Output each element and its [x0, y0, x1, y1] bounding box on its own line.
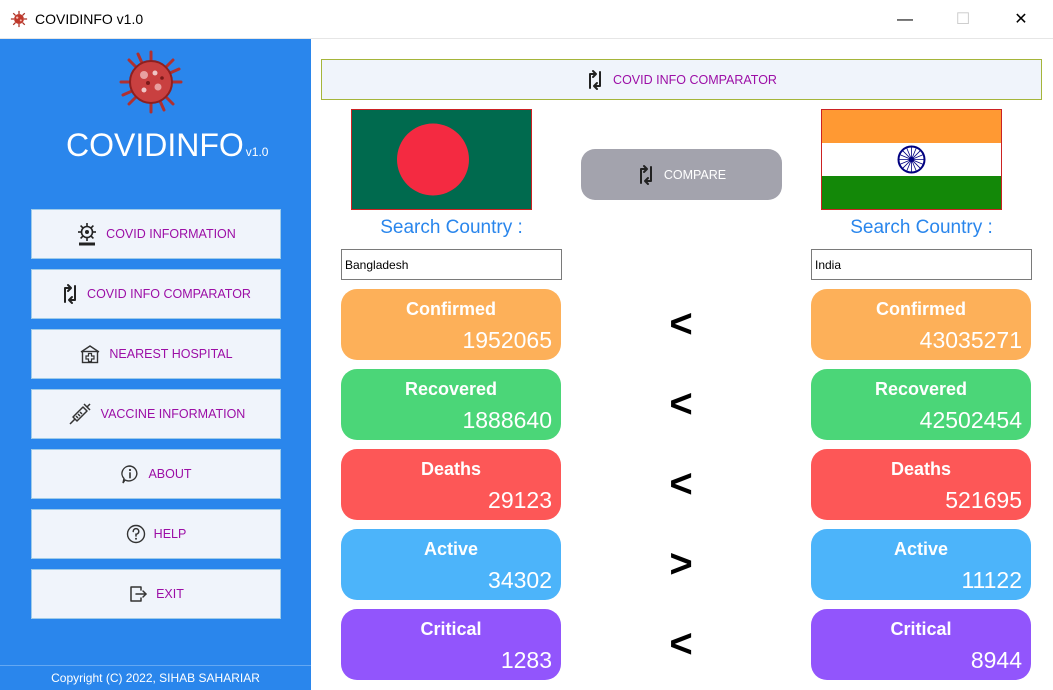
- deaths-comparison-sign: <: [669, 462, 693, 506]
- nav-label: NEAREST HOSPITAL: [109, 347, 233, 361]
- swap-arrows-icon: [639, 164, 652, 185]
- nav-label: HELP: [153, 527, 187, 541]
- covid19-gear-icon: [78, 223, 97, 246]
- left-deaths-card: Deaths 29123: [341, 449, 561, 520]
- nav-label: COVID INFORMATION: [106, 227, 236, 241]
- card-label: Recovered: [874, 379, 968, 399]
- card-value: 34302: [488, 567, 552, 593]
- right-confirmed-card: Confirmed 43035271: [811, 289, 1031, 360]
- exit-icon: [130, 586, 147, 602]
- nav-nearest-hospital-button[interactable]: NEAREST HOSPITAL: [31, 329, 281, 379]
- card-label: Deaths: [890, 459, 952, 479]
- page-title: COVID INFO COMPARATOR: [613, 72, 777, 87]
- right-recovered-card: Recovered 42502454: [811, 369, 1031, 440]
- virus-icon: [10, 10, 28, 28]
- page-title-banner: COVID INFO COMPARATOR: [321, 59, 1042, 100]
- card-label: Deaths: [420, 459, 482, 479]
- close-button[interactable]: ✕: [998, 0, 1044, 39]
- card-value: 521695: [945, 487, 1022, 513]
- nav-label: COVID INFO COMPARATOR: [87, 287, 251, 301]
- window-title: COVIDINFO v1.0: [35, 11, 144, 27]
- help-icon: [126, 524, 145, 544]
- left-recovered-card: Recovered 1888640: [341, 369, 561, 440]
- nav-exit-button[interactable]: EXIT: [31, 569, 281, 619]
- card-value: 1888640: [462, 407, 552, 433]
- left-country-search-input[interactable]: [341, 249, 562, 280]
- brand-version: v1.0: [245, 145, 269, 159]
- left-confirmed-card: Confirmed 1952065: [341, 289, 561, 360]
- card-value: 8944: [970, 647, 1022, 673]
- minimize-button[interactable]: —: [882, 0, 928, 39]
- critical-comparison-sign: <: [669, 622, 693, 666]
- maximize-button[interactable]: ☐: [940, 0, 986, 39]
- nav-label: EXIT: [156, 587, 184, 601]
- left-search-label: Search Country :: [380, 217, 523, 238]
- brand-name: COVIDINFO: [66, 127, 244, 163]
- copyright-text: Copyright (C) 2022, SIHAB SAHARIAR: [0, 665, 311, 690]
- left-active-card: Active 34302: [341, 529, 561, 600]
- bangladesh-flag: [351, 109, 532, 210]
- confirmed-comparison-sign: <: [669, 302, 693, 346]
- card-label: Confirmed: [406, 299, 496, 319]
- sidebar: COVIDINFO v1.0 COVID INFORMATION COVID IN…: [0, 39, 311, 690]
- nav-about-button[interactable]: ABOUT: [31, 449, 281, 499]
- card-label: Active: [423, 539, 479, 559]
- virus-logo-icon: [119, 50, 183, 114]
- card-value: 11122: [961, 567, 1022, 593]
- compare-button[interactable]: COMPARE: [581, 149, 782, 200]
- card-value: 1283: [500, 647, 552, 673]
- nav-label: VACCINE INFORMATION: [100, 407, 246, 421]
- recovered-comparison-sign: <: [669, 382, 693, 426]
- nav-label: ABOUT: [148, 467, 192, 481]
- card-value: 1952065: [462, 327, 552, 353]
- card-value: 42502454: [919, 407, 1022, 433]
- card-label: Critical: [890, 619, 952, 639]
- nav-covid-info-comparator-button[interactable]: COVID INFO COMPARATOR: [31, 269, 281, 319]
- card-label: Active: [893, 539, 949, 559]
- title-bar: COVIDINFO v1.0 — ☐ ✕: [0, 0, 1053, 39]
- syringe-icon: [69, 403, 91, 425]
- nav-vaccine-information-button[interactable]: VACCINE INFORMATION: [31, 389, 281, 439]
- right-active-card: Active 11122: [811, 529, 1031, 600]
- hospital-icon: [81, 345, 100, 364]
- card-value: 29123: [488, 487, 552, 513]
- card-value: 43035271: [919, 327, 1022, 353]
- right-search-label: Search Country :: [850, 217, 993, 238]
- brand-title: COVIDINFO v1.0: [66, 127, 268, 164]
- card-label: Critical: [420, 619, 482, 639]
- info-icon: [121, 465, 139, 484]
- active-comparison-sign: >: [669, 542, 693, 586]
- left-critical-card: Critical 1283: [341, 609, 561, 680]
- right-critical-card: Critical 8944: [811, 609, 1031, 680]
- india-flag-graphic: [822, 110, 1001, 209]
- swap-arrows-icon: [64, 284, 77, 304]
- right-country-search-input[interactable]: [811, 249, 1032, 280]
- bangladesh-flag-graphic: [352, 110, 531, 209]
- card-label: Recovered: [404, 379, 498, 399]
- nav-covid-information-button[interactable]: COVID INFORMATION: [31, 209, 281, 259]
- right-deaths-card: Deaths 521695: [811, 449, 1031, 520]
- swap-arrows-icon: [589, 69, 602, 90]
- card-label: Confirmed: [876, 299, 966, 319]
- india-flag: [821, 109, 1002, 210]
- compare-label: COMPARE: [663, 167, 727, 182]
- nav-help-button[interactable]: HELP: [31, 509, 281, 559]
